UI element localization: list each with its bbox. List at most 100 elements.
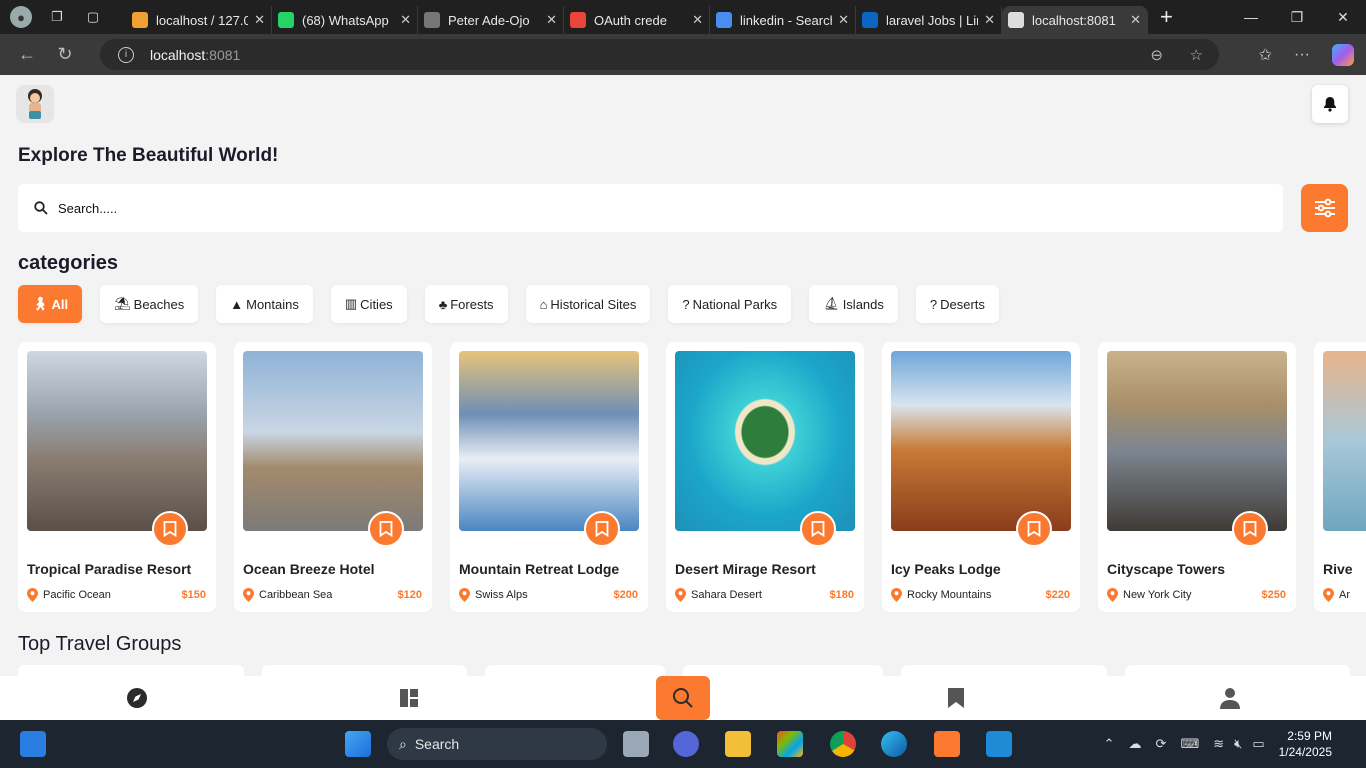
browser-tab[interactable]: localhost / 127.0.0.1 ✕ [126, 6, 272, 34]
taskbar-search-label: Search [414, 736, 460, 752]
place-name: Icy Peaks Lodge [891, 561, 1001, 577]
place-location: Rocky Mountains [891, 588, 991, 602]
user-icon [1220, 688, 1240, 709]
browser-tab[interactable]: (68) WhatsApp ✕ [272, 6, 418, 34]
bookmark-button[interactable] [368, 511, 404, 547]
nav-search-button[interactable] [656, 676, 710, 720]
place-location-text: Rocky Mountains [907, 589, 992, 601]
category-chip[interactable]: ⛱︎ Beaches [100, 285, 199, 323]
tab-title: Peter Ade-Ojo [448, 12, 530, 28]
taskbar-search[interactable]: ⌕ Search [387, 728, 607, 760]
place-card[interactable]: Desert Mirage Resort Sahara Desert $180 [666, 342, 864, 612]
category-chip[interactable]: ⌂ Historical Sites [525, 285, 651, 323]
browser-tab[interactable]: linkedin - Search ✕ [710, 6, 856, 34]
bookmark-button[interactable] [584, 511, 620, 547]
tab-title: laravel Jobs | Lin [886, 12, 979, 28]
nav-profile[interactable] [1219, 687, 1241, 709]
sync-icon[interactable]: ⟳ [1156, 736, 1167, 752]
close-tab-icon[interactable]: ✕ [984, 12, 995, 28]
vscode-icon[interactable] [986, 731, 1012, 757]
search-input[interactable] [58, 200, 658, 216]
category-chip[interactable]: ⛵︎ Islands [809, 285, 898, 323]
unknown-glyph: ? [929, 296, 938, 312]
category-label: Beaches [133, 296, 185, 312]
widgets-icon[interactable] [20, 731, 46, 757]
place-card[interactable]: Mountain Retreat Lodge Swiss Alps $200 [450, 342, 648, 612]
search-box[interactable] [18, 184, 1283, 232]
browser-tab[interactable]: Peter Ade-Ojo ✕ [418, 6, 564, 34]
minimize-icon[interactable]: — [1228, 0, 1274, 34]
browser-tab[interactable]: localhost:8081 ✕ [1002, 6, 1148, 34]
new-tab-button[interactable]: + [1160, 4, 1173, 30]
edge-icon[interactable] [881, 731, 907, 757]
browser-tab[interactable]: OAuth crede ✕ [564, 6, 710, 34]
notification-bell-button[interactable] [1312, 85, 1348, 123]
keyboard-icon[interactable]: ⌨ [1180, 736, 1199, 752]
onedrive-icon[interactable]: ☁ [1129, 736, 1142, 752]
zoom-icon[interactable]: ⊖ [1150, 46, 1163, 64]
close-tab-icon[interactable]: ✕ [400, 12, 411, 28]
category-chip[interactable]: ▥ Cities [330, 285, 407, 323]
close-tab-icon[interactable]: ✕ [1130, 12, 1141, 28]
copilot-icon[interactable] [1332, 43, 1354, 66]
store-icon[interactable] [777, 731, 803, 757]
address-bar[interactable]: i localhost:8081 ⊖ ☆ [100, 39, 1219, 70]
place-card[interactable]: Tropical Paradise Resort Pacific Ocean $15… [18, 342, 216, 612]
tab-favicon-icon [862, 12, 878, 28]
place-card[interactable]: Icy Peaks Lodge Rocky Mountains $220 [882, 342, 1080, 612]
category-chip[interactable]: ? Deserts [915, 285, 999, 323]
bookmark-button[interactable] [1232, 511, 1268, 547]
chevron-up-icon[interactable]: ⌃ [1104, 736, 1115, 752]
bookmark-button[interactable] [1016, 511, 1052, 547]
xampp-icon[interactable] [934, 731, 960, 757]
close-tab-icon[interactable]: ✕ [254, 12, 265, 28]
place-card[interactable]: Cityscape Towers New York City $250 [1098, 342, 1296, 612]
bookmark-icon [595, 521, 609, 537]
maximize-icon[interactable]: ❐ [1274, 0, 1320, 34]
start-button[interactable] [345, 731, 371, 757]
category-chip[interactable]: ? National Parks [668, 285, 792, 323]
battery-icon[interactable]: ▭ [1252, 736, 1264, 752]
place-card[interactable]: Ocean Breeze Hotel Caribbean Sea $120 [234, 342, 432, 612]
bookmark-icon [163, 521, 177, 537]
volume-muted-icon[interactable]: 🔇︎ [1234, 736, 1242, 752]
tab-actions-icon[interactable]: ▢ [82, 6, 104, 28]
category-chip[interactable]: ♣ Forests [424, 285, 508, 323]
more-menu-icon[interactable]: ··· [1294, 46, 1310, 64]
close-tab-icon[interactable]: ✕ [546, 12, 557, 28]
place-name: Tropical Paradise Resort [27, 561, 192, 577]
category-chip[interactable]: ▲ Montains [216, 285, 313, 323]
window-controls: — ❐ ✕ [1228, 0, 1366, 34]
wifi-icon[interactable]: ≋ [1213, 736, 1224, 752]
category-label: Cities [360, 296, 393, 312]
close-tab-icon[interactable]: ✕ [692, 12, 703, 28]
filter-button[interactable] [1301, 184, 1348, 232]
favorites-icon[interactable]: ✩ [1259, 45, 1272, 65]
close-tab-icon[interactable]: ✕ [838, 12, 849, 28]
tab-favicon-icon [716, 12, 732, 28]
nav-dashboard[interactable] [398, 687, 420, 709]
profile-icon[interactable]: ● [10, 6, 32, 28]
workspaces-icon[interactable]: ❐ [46, 6, 68, 28]
task-view-icon[interactable] [623, 731, 649, 757]
close-window-icon[interactable]: ✕ [1320, 0, 1366, 34]
reload-icon[interactable]: ↻ [48, 44, 82, 65]
nav-explore[interactable] [126, 687, 148, 709]
place-card[interactable]: Rive Ar [1314, 342, 1366, 612]
meet-icon[interactable] [673, 731, 699, 757]
bookmark-button[interactable] [152, 511, 188, 547]
bookmark-button[interactable] [800, 511, 836, 547]
file-explorer-icon[interactable] [725, 731, 751, 757]
browser-tab[interactable]: laravel Jobs | Lin ✕ [856, 6, 1002, 34]
back-icon[interactable]: ← [10, 44, 44, 65]
landmark-icon: ⌂ [539, 296, 548, 312]
site-info-icon[interactable]: i [118, 46, 134, 63]
chrome-icon[interactable] [830, 731, 856, 757]
user-avatar[interactable] [16, 85, 54, 123]
favorite-star-icon[interactable]: ☆ [1190, 46, 1203, 64]
category-chip[interactable]: 🚶︎ All [18, 285, 83, 323]
tab-strip-left: ● ❐ ▢ [0, 6, 126, 28]
clock[interactable]: 2:59 PM 1/24/2025 [1279, 728, 1332, 760]
clock-time: 2:59 PM [1287, 729, 1332, 743]
nav-saved[interactable] [945, 687, 967, 709]
